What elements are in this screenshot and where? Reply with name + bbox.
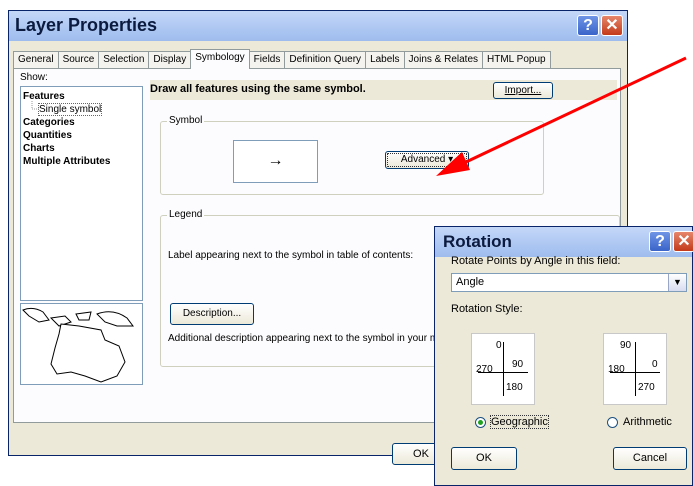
rotation-close-icon[interactable]: ✕ bbox=[673, 231, 693, 252]
rotation-ok-button[interactable]: OK bbox=[451, 447, 517, 470]
rotation-dialog: Rotation ? ✕ Rotate Points by Angle in t… bbox=[434, 226, 693, 486]
arith-left-label: 180 bbox=[608, 364, 625, 375]
geo-left-label: 270 bbox=[476, 364, 493, 375]
arith-top-label: 90 bbox=[620, 340, 632, 351]
tab-symbology[interactable]: Symbology bbox=[190, 49, 250, 69]
arithmetic-radio-label[interactable]: Arithmetic bbox=[623, 416, 672, 428]
geographic-dial-diagram: 0 90 180 270 bbox=[471, 333, 535, 405]
geo-bottom-label: 180 bbox=[506, 382, 523, 393]
angle-field-select[interactable]: Angle ▼ bbox=[451, 273, 687, 292]
rotation-title-bar: Rotation ? ✕ bbox=[435, 227, 693, 257]
angle-field-value: Angle bbox=[456, 276, 485, 288]
arith-right-label: 0 bbox=[652, 359, 658, 370]
rotation-cancel-button-label: Cancel bbox=[632, 452, 668, 464]
geographic-radio-label[interactable]: Geographic bbox=[490, 415, 549, 429]
rotation-ok-button-label: OK bbox=[476, 452, 492, 464]
arithmetic-dial-diagram: 90 0 270 180 bbox=[603, 333, 667, 405]
geographic-radio[interactable] bbox=[475, 417, 486, 428]
rotation-cancel-button[interactable]: Cancel bbox=[613, 447, 687, 470]
chevron-down-icon[interactable]: ▼ bbox=[668, 274, 686, 291]
rotate-field-label-text: Rotate Points by Angle in this field: bbox=[451, 255, 621, 267]
geo-right-label: 90 bbox=[512, 359, 524, 370]
arithmetic-radio[interactable] bbox=[607, 417, 618, 428]
rotation-title: Rotation bbox=[443, 232, 512, 251]
rotation-help-icon[interactable]: ? bbox=[649, 231, 671, 252]
arith-bottom-label: 270 bbox=[638, 382, 655, 393]
rotate-field-label: Rotate Points by Angle in this field: bbox=[451, 255, 620, 267]
geo-top-label: 0 bbox=[496, 340, 502, 351]
rotation-style-label: Rotation Style: bbox=[451, 303, 523, 315]
